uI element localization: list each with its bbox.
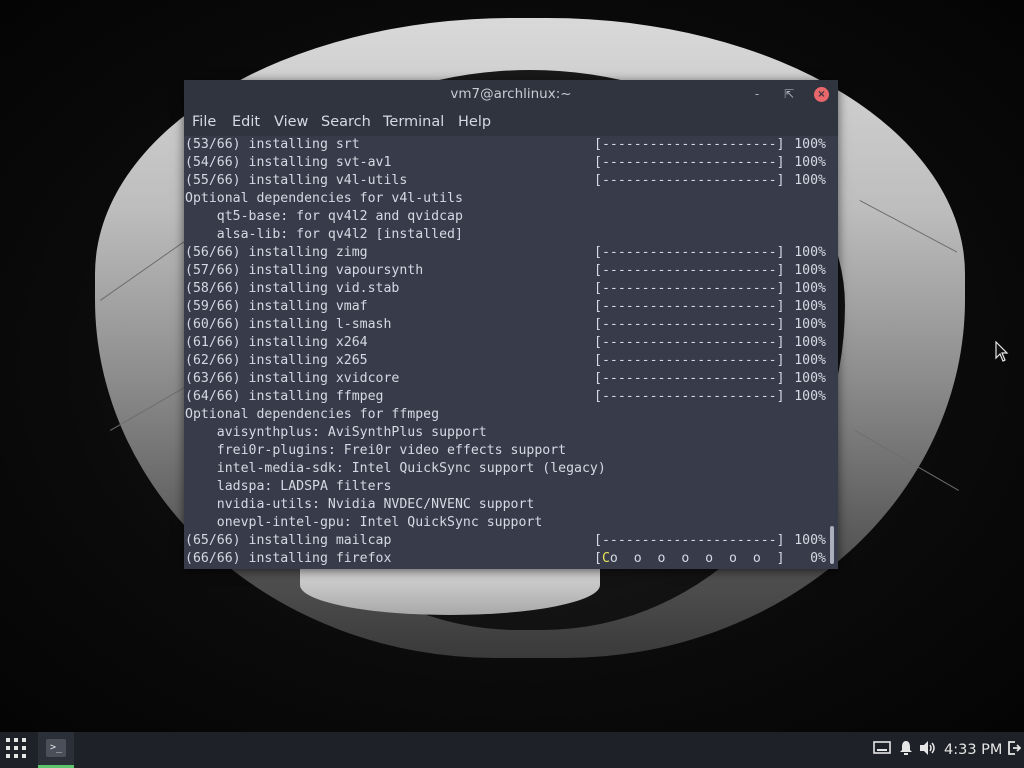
taskbar: >_ 4:33 PM bbox=[0, 732, 1024, 768]
pacman-progress-icon: C bbox=[601, 551, 610, 566]
volume-icon[interactable] bbox=[918, 740, 938, 760]
terminal-line: (65/66) installing mailcap bbox=[185, 533, 392, 548]
progress-bar-open: [ bbox=[594, 551, 602, 566]
mouse-pointer-icon bbox=[995, 340, 1009, 363]
menu-edit[interactable]: Edit bbox=[232, 108, 260, 136]
progress-percent: 0% bbox=[810, 551, 826, 566]
progress-bar: [----------------------] bbox=[594, 137, 785, 152]
terminal-line: Optional dependencies for v4l-utils bbox=[185, 191, 463, 206]
terminal-line: (54/66) installing svt-av1 bbox=[185, 155, 392, 170]
progress-bar: [----------------------] bbox=[594, 389, 785, 404]
progress-percent: 100% bbox=[794, 389, 826, 404]
progress-bar: [----------------------] bbox=[594, 155, 785, 170]
progress-percent: 100% bbox=[794, 353, 826, 368]
terminal-line: qt5-base: for qv4l2 and qvidcap bbox=[185, 209, 463, 224]
progress-percent: 100% bbox=[794, 281, 826, 296]
progress-bar: [----------------------] bbox=[594, 371, 785, 386]
progress-bar: [----------------------] bbox=[594, 353, 785, 368]
terminal-line: (53/66) installing srt bbox=[185, 137, 360, 152]
progress-bar: [----------------------] bbox=[594, 173, 785, 188]
progress-percent: 100% bbox=[794, 245, 826, 260]
terminal-line: onevpl-intel-gpu: Intel QuickSync suppor… bbox=[185, 515, 543, 530]
taskbar-terminal-button[interactable]: >_ bbox=[38, 732, 74, 768]
terminal-line: avisynthplus: AviSynthPlus support bbox=[185, 425, 487, 440]
progress-percent: 100% bbox=[794, 317, 826, 332]
maximize-button[interactable]: ⇱ bbox=[781, 86, 797, 102]
progress-percent: 100% bbox=[794, 263, 826, 278]
terminal-window[interactable]: vm7@archlinux:~ - ⇱ × File Edit View Sea… bbox=[184, 80, 838, 569]
progress-bar: [Co o o o o o o ] bbox=[594, 550, 785, 568]
terminal-line: nvidia-utils: Nvidia NVDEC/NVENC support bbox=[185, 497, 535, 512]
menu-search[interactable]: Search bbox=[321, 108, 371, 136]
terminal-line: (58/66) installing vid.stab bbox=[185, 281, 400, 296]
progress-percent: 100% bbox=[794, 155, 826, 170]
scrollbar-thumb[interactable] bbox=[830, 526, 834, 564]
clock[interactable]: 4:33 PM bbox=[944, 732, 1002, 768]
progress-percent: 100% bbox=[794, 299, 826, 314]
progress-bar: [----------------------] bbox=[594, 299, 785, 314]
progress-percent: 100% bbox=[794, 173, 826, 188]
apps-grid-icon[interactable] bbox=[6, 738, 30, 762]
terminal-line: (60/66) installing l-smash bbox=[185, 317, 392, 332]
progress-percent: 100% bbox=[794, 533, 826, 548]
progress-percent: 100% bbox=[794, 137, 826, 152]
terminal-line: alsa-lib: for qv4l2 [installed] bbox=[185, 227, 463, 242]
terminal-line: (57/66) installing vapoursynth bbox=[185, 263, 424, 278]
network-icon[interactable] bbox=[872, 740, 892, 760]
window-title: vm7@archlinux:~ bbox=[450, 86, 572, 102]
terminal-icon: >_ bbox=[46, 739, 66, 757]
progress-bar: [----------------------] bbox=[594, 317, 785, 332]
terminal-line: ladspa: LADSPA filters bbox=[185, 479, 392, 494]
menu-view[interactable]: View bbox=[274, 108, 308, 136]
terminal-line: (66/66) installing firefox bbox=[185, 551, 392, 566]
terminal-line: (56/66) installing zimg bbox=[185, 245, 368, 260]
terminal-line: Optional dependencies for ffmpeg bbox=[185, 407, 440, 422]
bell-icon[interactable] bbox=[896, 740, 916, 760]
terminal-line: (59/66) installing vmaf bbox=[185, 299, 368, 314]
terminal-line: (63/66) installing xvidcore bbox=[185, 371, 400, 386]
minimize-button[interactable]: - bbox=[749, 86, 765, 102]
menu-terminal[interactable]: Terminal bbox=[383, 108, 444, 136]
progress-bar: [----------------------] bbox=[594, 263, 785, 278]
progress-bar: [----------------------] bbox=[594, 245, 785, 260]
menu-help[interactable]: Help bbox=[458, 108, 491, 136]
progress-bar: [----------------------] bbox=[594, 281, 785, 296]
progress-bar-dots: o o o o o o o ] bbox=[609, 551, 785, 566]
progress-bar: [----------------------] bbox=[594, 335, 785, 350]
terminal-line: (55/66) installing v4l-utils bbox=[185, 173, 408, 188]
progress-percent: 100% bbox=[794, 335, 826, 350]
progress-percent: 100% bbox=[794, 371, 826, 386]
progress-bar: [----------------------] bbox=[594, 533, 785, 548]
terminal-line: (62/66) installing x265 bbox=[185, 353, 368, 368]
window-titlebar[interactable]: vm7@archlinux:~ - ⇱ × bbox=[184, 80, 838, 108]
terminal-line: intel-media-sdk: Intel QuickSync support… bbox=[185, 461, 606, 476]
menubar: File Edit View Search Terminal Help bbox=[184, 108, 838, 136]
close-button[interactable]: × bbox=[814, 87, 829, 102]
logout-icon[interactable] bbox=[1004, 740, 1024, 760]
terminal-scrollbar[interactable] bbox=[826, 136, 838, 569]
terminal-line: (61/66) installing x264 bbox=[185, 335, 368, 350]
menu-file[interactable]: File bbox=[192, 108, 216, 136]
terminal-output[interactable]: (53/66) installing srt [-----------------… bbox=[184, 136, 826, 569]
terminal-line: (64/66) installing ffmpeg bbox=[185, 389, 384, 404]
terminal-line: frei0r-plugins: Frei0r video effects sup… bbox=[185, 443, 567, 458]
